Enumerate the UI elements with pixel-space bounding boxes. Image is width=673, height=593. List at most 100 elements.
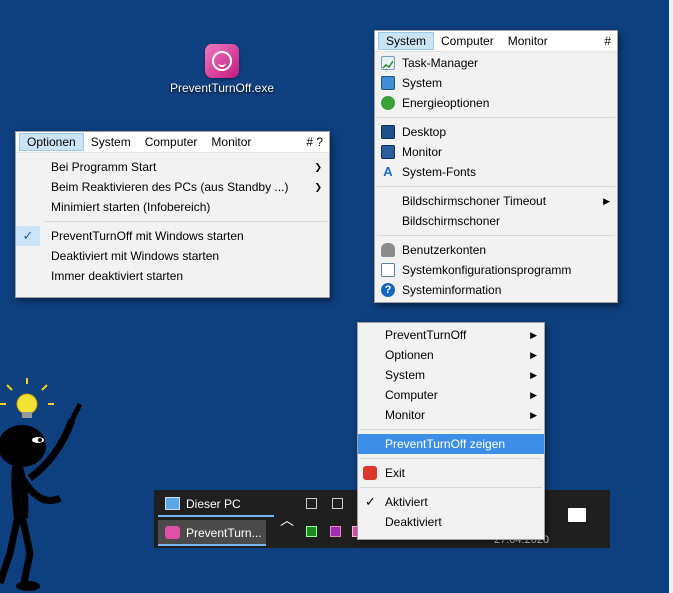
menu-item-benutzerkonten[interactable]: Benutzerkonten <box>375 240 617 260</box>
preventturnoff-icon <box>165 526 180 539</box>
menu-item-label: Optionen <box>385 348 434 362</box>
tray-green-icon[interactable] <box>306 526 317 537</box>
menu-item-label: Bildschirmschoner Timeout <box>402 194 547 208</box>
menu-separator <box>360 458 542 459</box>
ctx-item-optionen[interactable]: Optionen ▶ <box>358 345 544 365</box>
font-icon: A <box>383 164 393 179</box>
menu-item-deaktiviert-mit-windows[interactable]: Deaktiviert mit Windows starten <box>16 246 329 266</box>
menu-item-label: Benutzerkonten <box>402 243 487 257</box>
menu-optionen[interactable]: Optionen <box>19 133 84 151</box>
exit-icon <box>363 466 377 480</box>
menu-item-bei-programm-start[interactable]: Bei Programm Start ❯ <box>16 157 329 177</box>
submenu-arrow-icon: ❯ <box>314 182 322 192</box>
menu-separator <box>377 186 615 187</box>
menu-system[interactable]: System <box>84 133 138 151</box>
menu-hash[interactable]: # <box>602 32 613 50</box>
network-icon[interactable] <box>306 498 317 509</box>
ctx-item-preventturnoff[interactable]: PreventTurnOff ▶ <box>358 325 544 345</box>
checkmark-icon: ✓ <box>365 494 376 509</box>
ctx-item-preventturnoff-zeigen[interactable]: PreventTurnOff zeigen <box>358 434 544 454</box>
submenu-arrow-icon: ▶ <box>530 350 537 360</box>
menu-separator <box>360 487 542 488</box>
menu-computer[interactable]: Computer <box>138 133 205 151</box>
menu-item-label: Exit <box>385 466 406 480</box>
menu-item-bildschirmschoner-timeout[interactable]: Bildschirmschoner Timeout ▶ <box>375 191 617 211</box>
power-options-icon <box>381 96 395 110</box>
menu-item-label: Beim Reaktivieren des PCs (aus Standby .… <box>51 180 289 194</box>
menu-item-label: Systeminformation <box>402 283 502 297</box>
submenu-arrow-icon: ▶ <box>530 390 537 400</box>
ctx-item-exit[interactable]: Exit <box>358 463 544 483</box>
menu-computer[interactable]: Computer <box>434 32 501 50</box>
taskbar-preventturnoff-button[interactable]: PreventTurn... <box>158 520 266 546</box>
menu-separator <box>44 221 327 222</box>
submenu-arrow-icon: ▶ <box>603 196 610 206</box>
menu-item-label: PreventTurnOff zeigen <box>385 437 506 451</box>
users-icon <box>381 243 395 257</box>
checkmark-icon: ✓ <box>16 226 40 246</box>
ctx-item-computer[interactable]: Computer ▶ <box>358 385 544 405</box>
monitor-icon <box>381 145 395 159</box>
menu-system[interactable]: System <box>378 32 435 50</box>
notification-icon[interactable] <box>568 508 586 522</box>
monitor-icon <box>381 76 395 90</box>
menu-item-label: Bei Programm Start <box>51 160 157 174</box>
menu-item-label: System <box>385 368 426 382</box>
info-icon: ? <box>381 283 395 297</box>
submenu-arrow-icon: ▶ <box>530 410 537 420</box>
tray-purple-icon[interactable] <box>330 526 341 537</box>
taskbar-label: Dieser PC <box>186 497 241 511</box>
submenu-arrow-icon: ▶ <box>530 370 537 380</box>
menu-item-label: Deaktiviert mit Windows starten <box>51 249 220 263</box>
lightbulb-icon <box>0 378 54 418</box>
menu-item-systeminformation[interactable]: ? Systeminformation <box>375 280 617 300</box>
window-edge <box>669 0 673 593</box>
menu-item-systemkonfiguration[interactable]: Systemkonfigurationsprogramm <box>375 260 617 280</box>
tray-context-menu: PreventTurnOff ▶ Optionen ▶ System ▶ Comput… <box>357 322 545 540</box>
idea-figure-illustration <box>0 378 83 591</box>
menu-item-label: Computer <box>385 388 438 402</box>
menu-item-label: Aktiviert <box>385 495 428 509</box>
menu-item-mit-windows-starten[interactable]: ✓ PreventTurnOff mit Windows starten <box>16 226 329 246</box>
menu-item-energieoptionen[interactable]: Energieoptionen <box>375 93 617 113</box>
menu-item-label: System <box>402 76 443 90</box>
menu-hash-help[interactable]: # ? <box>304 133 325 151</box>
menu-monitor[interactable]: Monitor <box>204 133 258 151</box>
ctx-item-system[interactable]: System ▶ <box>358 365 544 385</box>
menu-item-label: Deaktiviert <box>385 515 442 529</box>
chevron-up-icon[interactable]: ︿ <box>280 510 294 530</box>
preventturnoff-app-icon[interactable] <box>205 44 239 78</box>
menu-separator <box>377 117 615 118</box>
menu-item-reaktivieren[interactable]: Beim Reaktivieren des PCs (aus Standby .… <box>16 177 329 197</box>
msconfig-icon <box>381 263 395 277</box>
menu-item-label: System-Fonts <box>402 165 477 179</box>
submenu-arrow-icon: ▶ <box>530 330 537 340</box>
ctx-item-aktiviert[interactable]: ✓ Aktiviert <box>358 492 544 512</box>
menu-item-system[interactable]: System <box>375 73 617 93</box>
menu-item-immer-deaktiviert[interactable]: Immer deaktiviert starten <box>16 266 329 286</box>
menu-item-label: Systemkonfigurationsprogramm <box>402 263 572 277</box>
menu-item-minimiert[interactable]: Minimiert starten (Infobereich) <box>16 197 329 217</box>
menu-separator <box>377 235 615 236</box>
task-manager-icon <box>381 56 395 70</box>
ctx-item-monitor[interactable]: Monitor ▶ <box>358 405 544 425</box>
menubar: Optionen System Computer Monitor # ? <box>16 132 329 153</box>
menu-item-task-manager[interactable]: Task-Manager <box>375 53 617 73</box>
menu-item-monitor[interactable]: Monitor <box>375 142 617 162</box>
ctx-item-deaktiviert[interactable]: Deaktiviert <box>358 512 544 532</box>
menu-item-desktop[interactable]: Desktop <box>375 122 617 142</box>
menu-item-label: Monitor <box>402 145 443 159</box>
taskbar-label: PreventTurn... <box>186 526 262 540</box>
usb-icon[interactable] <box>332 498 343 509</box>
menu-monitor[interactable]: Monitor <box>501 32 555 50</box>
menu-item-system-fonts[interactable]: A System-Fonts <box>375 162 617 182</box>
submenu-arrow-icon: ❯ <box>314 162 322 172</box>
taskbar-this-pc-button[interactable]: Dieser PC <box>158 491 274 517</box>
menu-item-bildschirmschoner[interactable]: Bildschirmschoner <box>375 211 617 231</box>
menu-item-label: Desktop <box>402 125 447 139</box>
menu-item-label: PreventTurnOff <box>385 328 467 342</box>
menu-item-label: Energieoptionen <box>402 96 490 110</box>
options-menu-window: Optionen System Computer Monitor # ? Bei… <box>15 131 330 298</box>
system-menu-window: System Computer Monitor # Task-Manager S… <box>374 30 618 303</box>
desktop-icon-label[interactable]: PreventTurnOff.exe <box>160 81 284 95</box>
